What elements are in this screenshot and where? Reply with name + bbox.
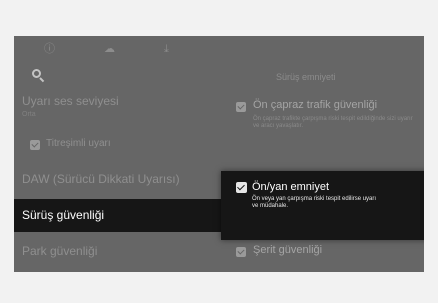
alert-volume-value: Orta <box>22 111 36 118</box>
right-panel-title: Sürüş emniyeti <box>276 72 336 82</box>
lane-safety-label[interactable]: Şerit güvenliği <box>253 244 322 256</box>
cloud-icon[interactable]: ☁ <box>104 43 115 55</box>
menu-item-alert-volume[interactable]: Uyarı ses seviyesi <box>22 94 119 108</box>
infotainment-screen: ⓘ ☁ ⤓ Uyarı ses seviyesi Orta Titreşimli… <box>14 36 424 272</box>
info-icon[interactable]: ⓘ <box>44 43 55 55</box>
menu-item-daw[interactable]: DAW (Sürücü Dikkati Uyarısı) <box>22 172 180 186</box>
search-icon[interactable] <box>32 69 45 83</box>
photo-frame: ⓘ ☁ ⤓ Uyarı ses seviyesi Orta Titreşimli… <box>0 0 438 303</box>
menu-item-driving-safety[interactable]: Sürüş güvenliği <box>14 199 221 232</box>
vibration-alert-checkbox[interactable] <box>30 140 40 150</box>
lane-safety-checkbox[interactable] <box>236 247 246 257</box>
front-cross-traffic-label[interactable]: Ön çapraz trafik güvenliği <box>253 99 377 111</box>
top-bar: ⓘ ☁ ⤓ <box>14 36 424 62</box>
front-side-safety-desc: Ön veya yan çarpışma riski tespit edilir… <box>252 196 377 209</box>
front-side-safety-option[interactable]: Ön/yan emniyet Ön veya yan çarpışma risk… <box>221 171 424 240</box>
menu-item-vibration-alert[interactable]: Titreşimli uyarı <box>46 138 111 149</box>
download-icon[interactable]: ⤓ <box>164 43 169 55</box>
front-side-safety-checkbox[interactable] <box>236 182 247 193</box>
menu-item-driving-safety-label: Sürüş güvenliği <box>22 208 105 222</box>
front-side-safety-label: Ön/yan emniyet <box>252 181 330 193</box>
front-cross-traffic-desc: Ön çapraz trafikte çarpışma riski tespit… <box>253 116 413 129</box>
menu-item-parking-safety[interactable]: Park güvenliği <box>22 244 97 258</box>
front-cross-traffic-checkbox[interactable] <box>236 102 246 112</box>
